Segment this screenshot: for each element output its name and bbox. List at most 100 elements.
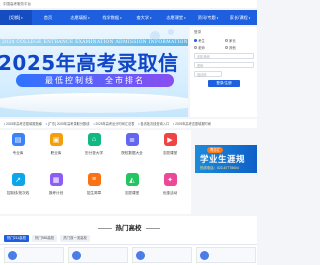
ticker-link[interactable]: 2025年高考志愿填报指南 [4,121,42,126]
hot-heading-text: 热门高校 [115,225,142,232]
radio-label: 考生 [198,39,205,43]
hot-universities-section: 热门高校 热门211高校 热门985高校 热门双一流高校 [0,216,257,265]
quick-link-label: 报考计划 [48,191,64,195]
ticker-link[interactable]: [广东] 2025年高考录取分数线 [46,121,90,126]
nav-item-7[interactable]: 家长/课程▾ [224,15,256,21]
graduation-cap-icon: ◭ [125,173,139,186]
chevron-down-icon: ▾ [88,15,90,20]
role-radio[interactable]: 家长 [225,38,252,43]
university-card[interactable] [132,247,192,263]
quick-link-label: 院校数据大全 [121,151,143,155]
university-tab[interactable]: 热门985高校 [31,235,58,242]
chart-icon: ↗ [11,173,25,186]
nav-item-label: 查大学 [136,14,150,20]
book-icon: ▤ [11,133,25,146]
quick-link-tile[interactable]: ▶ 志愿课堂 [154,133,186,173]
university-tabs: 热门211高校 热门985高校 热门双一流高校 [4,235,90,242]
phone-input[interactable]: 手机号码 [194,53,254,59]
nav-item-5[interactable]: 志愿课堂▾ [160,15,192,21]
quick-link-tile[interactable]: ↗ 控制线/批次线 [2,173,34,213]
university-logo-icon [200,251,209,260]
radio-button-icon [225,46,228,49]
quick-link-tile[interactable]: ▤ 专业库 [2,133,34,173]
ticker-link[interactable]: 各省批次线查询入口 [138,121,169,126]
chevron-down-icon: ▾ [120,15,122,20]
university-card[interactable] [196,247,256,263]
heading-divider [145,227,160,229]
quick-link-tile[interactable]: ▦ 报考计划 [40,173,72,213]
section-heading: 热门高校 [0,222,257,232]
quick-link-label: 历分查大学 [85,151,103,155]
quick-link-label: 优惠活动 [162,191,178,195]
nav-item-label: 首页 [43,14,53,20]
promo-hotline: 热线电话：023-67778604 [200,166,239,170]
nav-item-6[interactable]: 资讯/专题▾ [192,15,224,21]
calendar-icon: ▦ [49,173,63,186]
chevron-down-icon: ▾ [216,15,219,20]
university-card[interactable] [4,247,64,263]
role-radio-group: 考生 家长老师 其他 [194,38,253,50]
radio-button-icon [225,39,228,42]
captcha-input[interactable]: 验证码 [194,71,222,77]
quick-link-label: 专业库 [12,151,24,155]
role-radio[interactable]: 考生 [194,38,221,43]
ticker-link[interactable]: 2025年高考出分时间汇总表 [93,121,134,126]
password-input[interactable]: 密码 [194,62,254,68]
radio-label: 老师 [198,46,205,50]
quick-link-label: 志愿课堂 [124,191,140,195]
document-icon: ≡ [87,173,101,186]
university-card[interactable] [68,247,128,263]
university-logo-icon [8,251,17,260]
section-divider [0,244,257,245]
university-tab[interactable]: 热门双一流高校 [60,235,90,242]
quick-link-tile[interactable]: ⌂ 历分查大学 [78,133,110,173]
promo-title: 学业生涯规 [200,154,246,164]
nav-item-label: 志愿填报 [70,14,88,20]
quick-link-label: 招生简章 [86,191,102,195]
chevron-down-icon: ▾ [150,15,152,20]
quick-link-label: 控制线/批次线 [6,191,30,195]
banner-ribbon: 2024 COLLEGE ENTRANCE EXAMINATION ADMISS… [0,39,188,46]
banner-tagline: 最低控制线 全市排名 [16,74,174,87]
nav-item-0[interactable]: [切换]▾ [0,10,32,25]
chevron-down-icon: ▾ [21,16,23,20]
nav-item-4[interactable]: 查大学▾ [128,15,160,21]
quick-link-tile[interactable]: ≣ 院校数据大全 [116,133,148,173]
nav-item-label: 志愿课堂 [166,14,184,20]
database-icon: ≣ [125,133,139,146]
radio-label: 家长 [229,39,236,43]
role-radio[interactable]: 老师 [194,45,221,50]
radio-label: 其他 [229,46,236,50]
quick-link-tile[interactable]: ◭ 志愿课堂 [116,173,148,213]
quick-link-tile[interactable]: ✦ 优惠活动 [154,173,186,213]
nav-item-1[interactable]: 首页 [32,15,64,21]
school-icon: ⌂ [87,133,101,146]
quick-link-label: 志愿课堂 [162,151,178,155]
nav-item-label: 家长/课程 [229,14,248,20]
banner-base-decoration [0,93,188,113]
university-logo-icon [136,251,145,260]
nav-item-label: 资讯/专题 [197,14,216,20]
nav-item-3[interactable]: 找学数据▾ [96,15,128,21]
role-radio[interactable]: 其他 [225,45,252,50]
heading-divider [97,227,112,229]
main-navigation: [切换]▾ 首页 志愿填报▾ 找学数据▾ 查大学▾ 志愿课堂▾ 资讯/专题▾ 家长/课程▾ [0,10,257,25]
quick-link-label: 职业库 [50,151,62,155]
radio-button-icon [194,39,197,42]
chevron-down-icon: ▾ [184,15,186,20]
university-logo-icon [72,251,81,260]
university-tab[interactable]: 热门211高校 [4,235,29,242]
promo-banner[interactable]: 青志汇 学业生涯规 热线电话：023-67778604 [195,145,257,173]
nav-item-2[interactable]: 志愿填报▾ [64,15,96,21]
quick-link-tile[interactable]: ▣ 职业库 [40,133,72,173]
login-register-button[interactable]: 登录/注册 [208,80,240,87]
ticker-link[interactable]: 2025年高考志愿填报时间 [173,121,211,126]
briefcase-icon: ▣ [49,133,63,146]
site-slogan: 中国高考服务平台 [3,2,31,6]
gift-icon: ✦ [163,173,177,186]
hero-banner[interactable]: 2024 COLLEGE ENTRANCE EXAMINATION ADMISS… [0,27,188,117]
login-panel: 登录 考生 家长 老师 其他 手机号码 密码 验证码 登录/注册 [190,27,257,117]
nav-item-label: 找学数据 [102,14,120,20]
chevron-down-icon: ▾ [248,15,251,20]
quick-link-tile[interactable]: ≡ 招生简章 [78,173,110,213]
